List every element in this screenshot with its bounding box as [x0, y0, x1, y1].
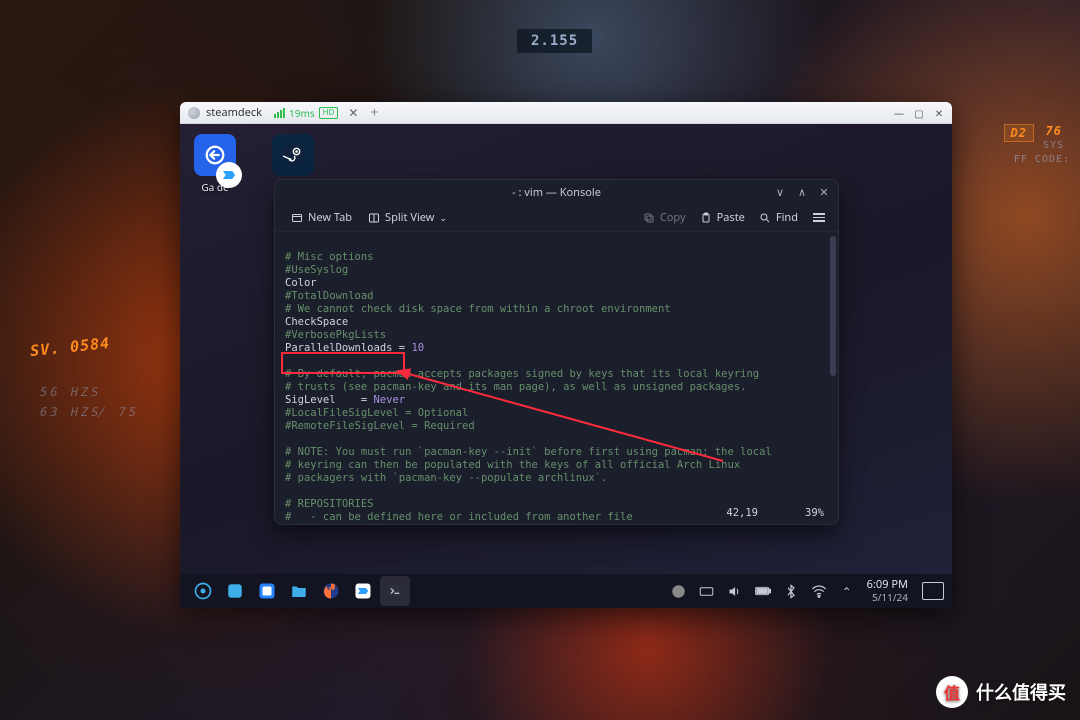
application-launcher-button[interactable] — [188, 576, 218, 606]
siglevel-key: SigLevel = — [285, 394, 374, 406]
term-line: #RemoteFileSigLevel = Required — [285, 420, 475, 432]
hud-d2-val: 76 — [1046, 124, 1062, 138]
copy-button[interactable]: Copy — [637, 207, 692, 228]
term-line: # packagers with `pacman-key --populate … — [285, 472, 607, 484]
term-line: #LocalFileSigLevel = Optional — [285, 407, 468, 419]
smzdm-watermark: 值 什么值得买 — [936, 676, 1066, 708]
taskbar-app-todesk[interactable] — [348, 576, 378, 606]
split-view-label: Split View — [385, 210, 434, 225]
term-line: # By default, pacman accepts packages si… — [285, 368, 759, 380]
todesk-overlay-icon — [216, 162, 242, 188]
term-line: # - can be defined here or included from… — [285, 511, 633, 523]
taskbar-app-settings[interactable] — [220, 576, 250, 606]
new-tab-button[interactable]: New Tab — [285, 207, 358, 228]
term-value: 10 — [411, 342, 424, 354]
term-line: #UseSyslog — [285, 264, 348, 276]
remote-desktop-window: steamdeck 19ms HD ✕ + — ▢ ✕ Ga de — [180, 102, 952, 608]
vim-status-cursor: 42,19 — [726, 507, 758, 520]
steam-icon — [272, 134, 314, 176]
tray-keyboard-icon[interactable] — [699, 583, 715, 599]
tray-battery-icon[interactable] — [755, 583, 771, 599]
hamburger-menu-button[interactable] — [810, 207, 828, 228]
smzdm-badge-icon: 值 — [936, 676, 968, 708]
split-view-button[interactable]: Split View ⌄ — [362, 207, 453, 228]
term-line: #TotalDownload — [285, 290, 374, 302]
terminal-area[interactable]: # Misc options #UseSyslog Color #TotalDo… — [275, 232, 838, 524]
tray-bluetooth-icon[interactable] — [783, 583, 799, 599]
siglevel-value: Never — [374, 394, 406, 406]
system-tray: ⌃ — [671, 583, 855, 599]
term-line: # REPOSITORIES — [285, 498, 374, 510]
taskbar-app-discover[interactable] — [252, 576, 282, 606]
smzdm-text: 什么值得买 — [976, 679, 1066, 705]
hud-sub2: 63 HZS — [39, 405, 103, 419]
tab-close-button[interactable]: ✕ — [346, 106, 360, 120]
hud-sys: SYS — [1043, 140, 1064, 151]
chevron-down-icon: ⌄ — [439, 211, 447, 224]
term-line: Color — [285, 277, 317, 289]
remote-titlebar[interactable]: steamdeck 19ms HD ✕ + — ▢ ✕ — [180, 102, 952, 124]
remote-title: steamdeck — [206, 105, 262, 120]
term-line: ParallelDownloads = — [285, 342, 411, 354]
term-line: # trusts (see pacman-key and its man pag… — [285, 381, 746, 393]
clock-date: 5/11/24 — [872, 591, 908, 603]
konsole-close-button[interactable]: ✕ — [816, 184, 832, 200]
remote-desktop-area[interactable]: Ga de Steam - : vim — Konsole ∨ ∧ ✕ — [180, 124, 952, 608]
vim-status-percent: 39% — [805, 507, 824, 520]
konsole-window: - : vim — Konsole ∨ ∧ ✕ New Tab Split Vi… — [274, 179, 839, 525]
hud-top-value: 2.155 — [517, 29, 592, 53]
tray-volume-icon[interactable] — [727, 583, 743, 599]
hud-sub1: 56 HZS — [39, 385, 103, 399]
konsole-title: - : vim — Konsole — [512, 185, 601, 200]
konsole-toolbar: New Tab Split View ⌄ Copy Paste — [275, 204, 838, 232]
tray-wifi-icon[interactable] — [811, 583, 827, 599]
paste-label: Paste — [717, 210, 745, 225]
term-line: # keyring can then be populated with the… — [285, 459, 740, 471]
tray-steam-icon[interactable] — [671, 583, 687, 599]
hud-sub3: / 75 — [97, 405, 141, 419]
taskbar-app-dolphin[interactable] — [284, 576, 314, 606]
window-maximize-button[interactable]: ▢ — [910, 105, 928, 121]
new-tab-label: New Tab — [308, 210, 352, 225]
find-button[interactable]: Find — [753, 207, 804, 228]
connection-quality-badge: 19ms HD — [274, 106, 338, 120]
term-line: # We cannot check disk space from within… — [285, 303, 671, 315]
tray-chevron-up-icon[interactable]: ⌃ — [839, 583, 855, 599]
hud-ff: FF CODE: — [1014, 154, 1070, 165]
latency-value: 19ms — [289, 106, 315, 120]
hud-d2: D2 — [1004, 124, 1034, 142]
term-line: # Misc options — [285, 251, 374, 263]
term-line: # NOTE: You must run `pacman-key --init`… — [285, 446, 772, 458]
konsole-minimize-button[interactable]: ∨ — [772, 184, 788, 200]
taskbar-app-konsole[interactable] — [380, 576, 410, 606]
kde-taskbar: ⌃ 6:09 PM 5/11/24 — [180, 574, 952, 608]
taskbar-clock[interactable]: 6:09 PM 5/11/24 — [867, 579, 908, 603]
tab-add-button[interactable]: + — [370, 103, 378, 122]
window-minimize-button[interactable]: — — [890, 105, 908, 121]
terminal-scrollbar[interactable] — [830, 236, 836, 376]
quality-badge: HD — [319, 107, 339, 119]
konsole-titlebar[interactable]: - : vim — Konsole ∨ ∧ ✕ — [275, 180, 838, 204]
desktop-icon-gaming-mode[interactable]: Ga de — [186, 134, 244, 194]
find-label: Find — [776, 210, 798, 225]
show-desktop-button[interactable] — [922, 582, 944, 600]
term-line: #VerbosePkgLists — [285, 329, 386, 341]
konsole-maximize-button[interactable]: ∧ — [794, 184, 810, 200]
copy-label: Copy — [660, 210, 686, 225]
remote-favicon — [188, 107, 200, 119]
paste-button[interactable]: Paste — [694, 207, 751, 228]
window-close-button[interactable]: ✕ — [930, 105, 948, 121]
signal-bars-icon — [274, 108, 285, 118]
taskbar-app-firefox[interactable] — [316, 576, 346, 606]
term-line: CheckSpace — [285, 316, 348, 328]
